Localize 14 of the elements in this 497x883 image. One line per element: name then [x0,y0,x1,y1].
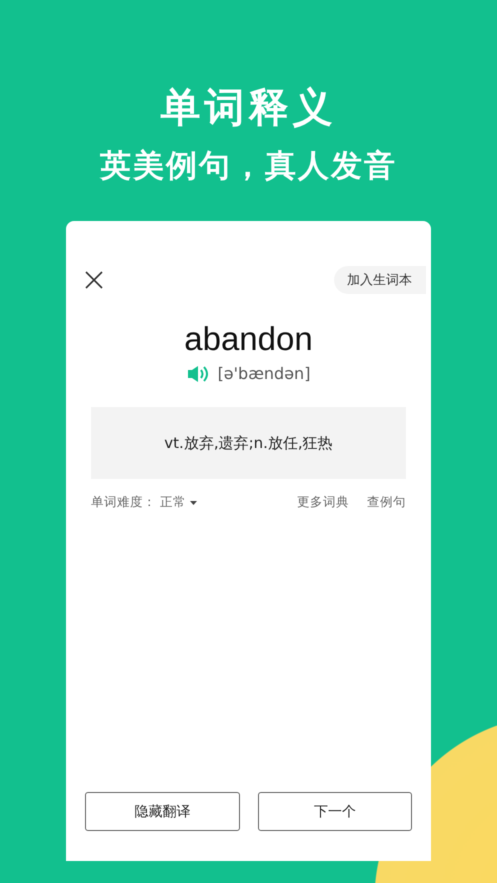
definition-panel: vt.放弃,遗弃;n.放任,狂热 [91,407,406,479]
page-subtitle: 英美例句，真人发音 [100,147,397,186]
action-button[interactable]: 隐藏翻译 [85,792,240,831]
dictionary-link[interactable]: 查例句 [367,494,406,509]
add-to-vocabulary-button[interactable]: 加入生词本 [334,266,426,294]
action-button[interactable]: 下一个 [258,792,412,831]
dictionary-link[interactable]: 更多词典 [297,494,349,509]
dropdown-caret-icon[interactable] [190,500,197,504]
word-heading: abandon [183,320,314,358]
phonetic: [ə'bændən] [218,364,310,383]
difficulty-label: 单词难度： [91,494,156,511]
close-icon[interactable] [85,271,103,289]
difficulty-value[interactable]: 正常 [160,494,186,511]
page-title: 单词释义 [160,84,336,132]
